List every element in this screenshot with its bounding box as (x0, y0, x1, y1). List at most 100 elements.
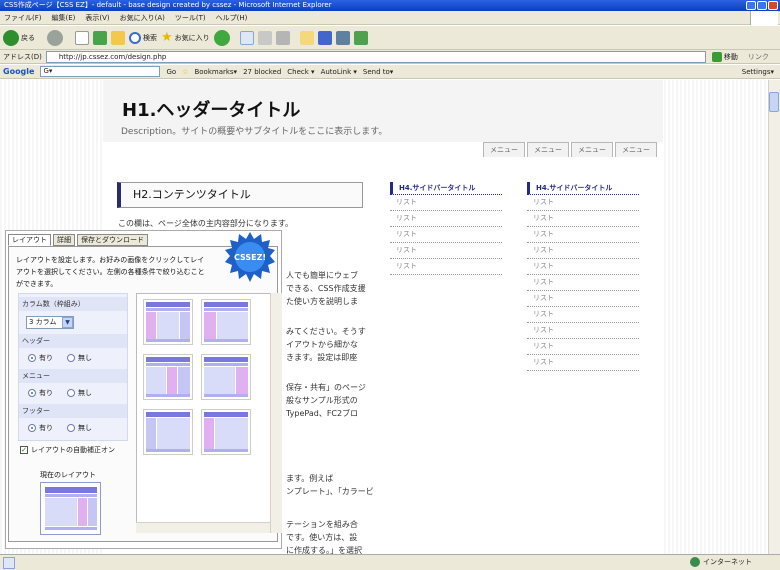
page-scrollbar[interactable] (768, 80, 780, 554)
menu-file[interactable]: ファイル(F) (4, 13, 42, 23)
page-scrollbar-thumb[interactable] (769, 92, 779, 112)
page-menu-tab[interactable]: メニュー (571, 142, 613, 157)
current-layout-label: 現在のレイアウト (40, 471, 96, 479)
menu-favorites[interactable]: お気に入り(A) (120, 13, 165, 23)
google-go-button[interactable]: Go (166, 68, 176, 76)
sidebar-list-item[interactable]: リスト (527, 211, 639, 227)
badge-text: CSSEZ! (234, 253, 266, 262)
thumbnails-scrollbar[interactable] (270, 293, 282, 533)
autofix-checkbox[interactable]: ✓ レイアウトの自動補正オン (20, 445, 115, 455)
history-icon[interactable] (213, 29, 230, 46)
menu-label: メニュー (22, 372, 50, 380)
radio-icon (28, 424, 36, 432)
header-no-radio[interactable]: 無し (67, 353, 92, 363)
menu-help[interactable]: ヘルプ(H) (216, 13, 248, 23)
tab-details[interactable]: 詳細 (53, 234, 75, 246)
sidebar-list-item[interactable]: リスト (527, 323, 639, 339)
menu-view[interactable]: 表示(V) (85, 13, 109, 23)
tab-save-download[interactable]: 保存とダウンロード (77, 234, 148, 246)
zone-label: インターネット (703, 558, 752, 566)
print-icon[interactable] (257, 30, 272, 45)
sidebar-list-item[interactable]: リスト (527, 227, 639, 243)
go-button[interactable]: 移動 (711, 51, 738, 62)
search-button[interactable]: 検索 (129, 31, 157, 44)
sidebar-list-item[interactable]: リスト (527, 291, 639, 307)
layout-thumbnail[interactable] (143, 299, 193, 345)
sidebar-list-item[interactable]: リスト (390, 195, 502, 211)
sidebar-list-item[interactable]: リスト (390, 211, 502, 227)
content-text-line: TypePad、FC2ブロ (286, 409, 359, 418)
content-intro: この欄は、ページ全体の主内容部分になります。 (118, 219, 294, 228)
sidebar-list-item[interactable]: リスト (527, 339, 639, 355)
content-title: H2.コンテンツタイトル (117, 182, 363, 208)
page-icon (3, 556, 15, 569)
sidebar-list-item[interactable]: リスト (527, 259, 639, 275)
layout-thumbnail[interactable] (201, 409, 251, 455)
page-menu-tab[interactable]: メニュー (615, 142, 657, 157)
close-button[interactable] (768, 1, 778, 10)
sidebar-list-item[interactable]: リスト (527, 243, 639, 259)
menu-yes-radio[interactable]: 有り (28, 388, 53, 398)
radio-icon (67, 389, 75, 397)
back-button[interactable]: 戻る (3, 29, 35, 46)
layout-thumbnail[interactable] (143, 409, 193, 455)
window-title: CSS作成ページ【CSS EZ】- default - base design … (4, 1, 332, 9)
favorites-button[interactable]: ★ お気に入り (161, 30, 210, 45)
window-title-bar: CSS作成ページ【CSS EZ】- default - base design … (0, 0, 780, 11)
page-menu-tab[interactable]: メニュー (483, 142, 525, 157)
maximize-button[interactable] (757, 1, 767, 10)
stop-icon[interactable] (75, 30, 89, 45)
header-yes-radio[interactable]: 有り (28, 353, 53, 363)
messenger-icon[interactable] (317, 30, 332, 45)
layout-thumbnail[interactable] (201, 299, 251, 345)
page-menu-tab[interactable]: メニュー (527, 142, 569, 157)
footer-radio-group: 有り 無し (28, 423, 92, 433)
google-logo[interactable]: Google (3, 67, 34, 76)
layout-thumbnail[interactable] (201, 354, 251, 400)
menu-no-radio[interactable]: 無し (67, 388, 92, 398)
spellcheck-button[interactable]: Check ▾ (287, 68, 314, 76)
mail-icon[interactable] (239, 30, 254, 45)
chevron-down-icon[interactable]: ▼ (62, 317, 73, 328)
back-label: 戻る (21, 33, 35, 42)
thumbnails-hscrollbar[interactable] (136, 522, 270, 533)
edit-icon[interactable] (275, 30, 290, 45)
menu-radio-group: 有り 無し (28, 388, 92, 398)
go-label: 移動 (723, 52, 738, 61)
settings-button[interactable]: Settings▾ (742, 68, 774, 76)
sendto-button[interactable]: Send to▾ (363, 68, 393, 76)
home-icon[interactable] (111, 30, 125, 45)
content-text-line: です。使い方は、設 (286, 533, 358, 542)
layout-thumbnail[interactable] (143, 354, 193, 400)
research-icon[interactable] (335, 30, 350, 45)
sidebar-list-item[interactable]: リスト (527, 355, 639, 371)
bookmarks-button[interactable]: Bookmarks▾ (194, 68, 237, 76)
footer-no-radio[interactable]: 無し (67, 423, 92, 433)
popup-blocked[interactable]: 27 blocked (243, 68, 281, 76)
menu-edit[interactable]: 編集(E) (52, 13, 76, 23)
minimize-button[interactable] (746, 1, 756, 10)
refresh-icon[interactable] (93, 30, 107, 45)
folder-icon[interactable] (299, 30, 314, 45)
sidebar-list-item[interactable]: リスト (527, 307, 639, 323)
sidebar-list-item[interactable]: リスト (527, 195, 639, 211)
menu-tools[interactable]: ツール(T) (175, 13, 206, 23)
footer-yes-radio[interactable]: 有り (28, 423, 53, 433)
google-search-input[interactable]: G▾ (40, 66, 161, 77)
header-radio-group: 有り 無し (28, 353, 92, 363)
sidebar-list-item[interactable]: リスト (390, 227, 502, 243)
sidebar-list-item[interactable]: リスト (390, 259, 502, 275)
autolink-button[interactable]: AutoLink ▾ (321, 68, 357, 76)
favorites-label: お気に入り (174, 33, 210, 42)
links-label[interactable]: リンク (748, 52, 769, 62)
content-text-line: きます。設定は即座 (286, 353, 358, 362)
radio-icon (67, 354, 75, 362)
page-title: H1.ヘッダータイトル (122, 100, 301, 121)
sidebar-list-item[interactable]: リスト (390, 243, 502, 259)
forward-arrow-icon[interactable] (47, 29, 63, 46)
sidebar-list-item[interactable]: リスト (527, 275, 639, 291)
plugin-icon[interactable] (353, 30, 368, 45)
tab-layout[interactable]: レイアウト (8, 234, 51, 246)
search-label: 検索 (143, 33, 157, 42)
address-input[interactable]: http://jp.cssez.com/design.php (45, 50, 706, 63)
